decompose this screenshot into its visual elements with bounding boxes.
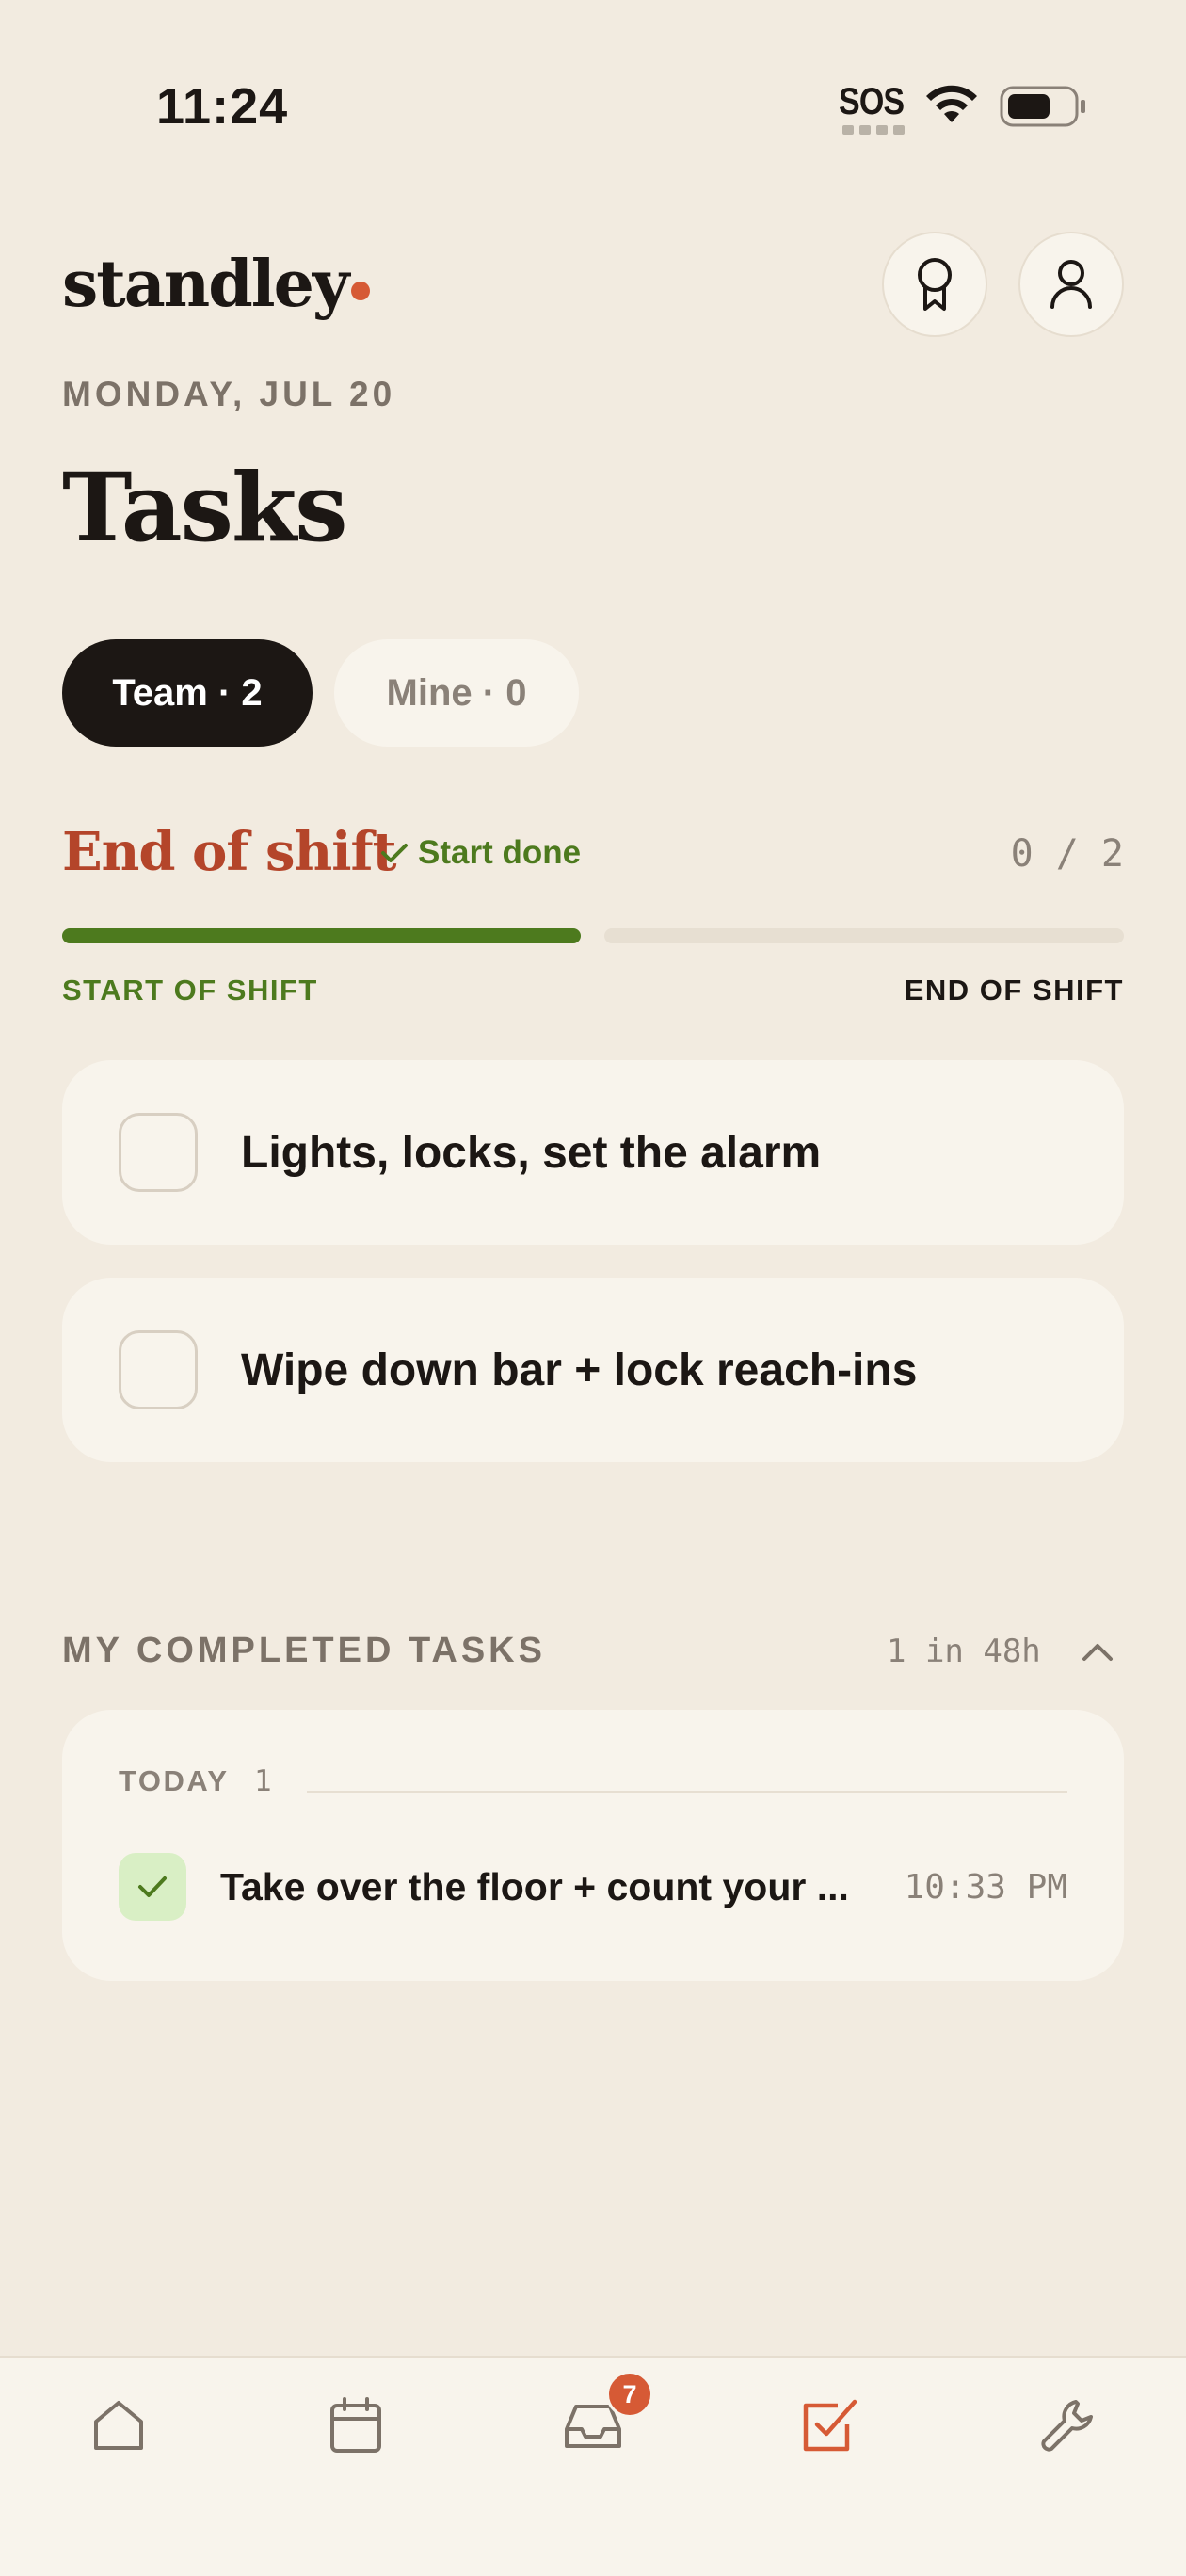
completed-task-time: 10:33 PM [904,1867,1067,1907]
completed-task-label[interactable]: Take over the floor + count your ... [220,1853,851,1921]
task-label: Wipe down bar + lock reach-ins [241,1344,918,1395]
profile-button[interactable] [1018,232,1124,337]
tab-mine[interactable]: Mine · 0 [334,639,579,747]
status-bar: 11:24 SOS [0,0,1186,217]
award-icon [918,258,952,311]
end-of-shift-label: END OF SHIFT [904,974,1124,1006]
wrench-icon [1041,2400,1093,2452]
start-done-label: Start done [418,834,582,871]
app-logo: standley [62,247,371,322]
task-card[interactable]: Wipe down bar + lock reach-ins [62,1278,1124,1462]
tasks-icon [803,2399,857,2452]
section-title: End of shift [62,821,396,883]
home-icon [94,2401,143,2450]
task-card[interactable]: Lights, locks, set the alarm [62,1060,1124,1245]
logo-text: standley [62,247,349,322]
completed-tasks-card: TODAY 1 Take over the floor + count your… [62,1710,1124,1981]
task-checkbox[interactable] [119,1113,198,1192]
task-label: Lights, locks, set the alarm [241,1127,822,1178]
completed-tasks-heading: MY COMPLETED TASKS [62,1631,546,1670]
progress-bar-start [62,928,581,943]
completed-checkbox[interactable] [119,1853,186,1921]
divider [307,1791,1067,1793]
chevron-up-icon[interactable] [1077,1633,1118,1670]
bottom-tab-bar: 7 [0,2356,1186,2576]
start-of-shift-label: START OF SHIFT [62,974,318,1006]
check-icon [381,844,408,862]
logo-dot [351,282,371,300]
status-time: 11:24 [156,78,289,135]
page-title: Tasks [62,452,348,563]
achievements-button[interactable] [882,232,987,337]
tab-home[interactable] [79,2386,158,2465]
wifi-icon [926,85,977,122]
group-count: 1 [254,1764,272,1798]
tab-schedule[interactable] [316,2386,395,2465]
progress-count: 0 / 2 [1010,832,1124,876]
battery-icon [1000,86,1085,127]
progress-bar-end [604,928,1124,943]
current-date: MONDAY, JUL 20 [62,375,396,413]
tab-team[interactable]: Team · 2 [62,639,313,747]
check-icon [138,1876,167,1897]
calendar-icon [330,2397,381,2453]
task-checkbox[interactable] [119,1330,198,1409]
sos-indicator: SOS [839,81,905,122]
inbox-badge: 7 [606,2371,653,2418]
completed-count: 1 in 48h [887,1633,1041,1670]
tab-tools[interactable] [1028,2386,1107,2465]
start-done-status: Start done [380,834,581,872]
signal-dots-icon [842,125,905,135]
group-label: TODAY [119,1764,230,1797]
tab-inbox[interactable]: 7 [553,2371,653,2465]
tab-tasks[interactable] [791,2386,870,2465]
user-icon [1050,260,1092,309]
